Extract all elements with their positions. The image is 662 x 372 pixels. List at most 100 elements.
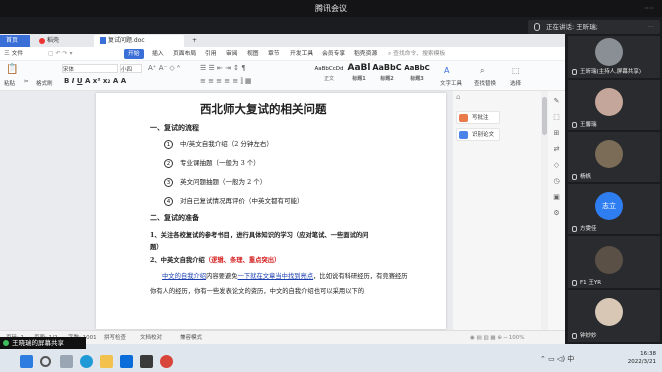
list-buttons[interactable]: ☰ ☰ ⇤ ⇥ ↕ ¶ [200, 64, 246, 72]
window-controls[interactable]: ···· [644, 0, 654, 17]
task-view-icon[interactable] [60, 355, 73, 368]
mic-icon [572, 225, 577, 232]
menu-devtools[interactable]: 开发工具 [290, 47, 313, 61]
menu-member[interactable]: 会员专享 [322, 47, 345, 61]
more-icon[interactable]: ··· [648, 20, 654, 34]
search-command[interactable]: ⌕ 查找命令、搜索模板 [388, 47, 445, 61]
box-icon[interactable]: ▣ [552, 193, 561, 202]
align-buttons[interactable]: ≡ ≡ ≡ ≡ ≡ ⫿ ▦ [200, 77, 252, 86]
vertical-scrollbar[interactable] [541, 91, 548, 330]
tab-docer-label: 稻壳 [47, 37, 60, 44]
participant-tile[interactable]: 王馨瑞 [568, 80, 660, 130]
style-heading3[interactable]: AaBbC 标题3 [402, 63, 432, 87]
cut-icon[interactable]: ✂ [24, 79, 29, 85]
sharing-indicator-icon [3, 340, 9, 346]
tray-icons[interactable]: ⌃ ▭ ◁) 中 [540, 354, 574, 364]
paste-label[interactable]: 粘贴 [4, 79, 15, 87]
mic-icon [572, 332, 577, 339]
pen-icon[interactable]: ✎ [552, 97, 561, 106]
start-icon[interactable] [20, 355, 33, 368]
text-tools-icon[interactable]: A [444, 66, 449, 75]
screen-share-banner[interactable]: 王晓瑞的屏幕共享 [0, 337, 86, 349]
mic-icon [572, 173, 577, 180]
avatar-initial: 志立 [595, 192, 623, 220]
edge-icon[interactable] [80, 355, 93, 368]
menu-file[interactable]: 三 文件 [4, 47, 23, 61]
menu-review[interactable]: 审阅 [226, 47, 238, 61]
menu-bar: 三 文件 ▢ ↶ ↷ ▾ 开始 插入 页面布局 引用 审阅 视图 章节 开发工具… [0, 47, 565, 61]
style-heading2[interactable]: AaBbC 标题2 [372, 63, 402, 87]
paragraph-1: 1、关注各校复试的参考书目，进行具体知识的学习（应对笔试、一些面试的问 [150, 232, 369, 239]
status-spell[interactable]: 拼写检查 [104, 331, 126, 344]
text-tools-button[interactable]: 文字工具 [440, 79, 462, 87]
participant-tile[interactable]: 志立 方雯佳 [568, 184, 660, 234]
meeting-app-icon[interactable] [120, 355, 133, 368]
wps-window: 首页 稻壳 复试问题.doc + 三 文件 ▢ ↶ ↷ ▾ 开始 插入 页面布局… [0, 34, 565, 344]
font-select[interactable]: 宋体 [62, 64, 118, 73]
participant-tile[interactable]: F1 王YR [568, 236, 660, 288]
participant-name: 杨帆 [572, 172, 591, 180]
participant-name: 钟妙妙 [572, 331, 597, 339]
paragraph-2: 2、中英文自我介绍（逻辑、条理、重点突出） [150, 255, 280, 264]
comment-button[interactable]: 写批注 [456, 111, 500, 124]
tab-home[interactable]: 首页 [0, 35, 30, 47]
wps-tab-strip: 首页 稻壳 复试问题.doc + [0, 34, 565, 47]
search-icon[interactable] [40, 356, 51, 367]
tab-docer[interactable]: 稻壳 [33, 35, 93, 47]
font-grow-icons[interactable]: A⁺ A⁻ ◇ ᴬ [148, 64, 180, 72]
select-tool-icon[interactable]: ⬚ [552, 113, 561, 122]
paragraph-4: 你有人的经历，你有一些发表论文的资历，中文的自我介绍也可以采用以下的 [150, 288, 365, 295]
participant-tile[interactable]: 王昕瑞(主持人,屏幕共享) [568, 36, 660, 78]
wps-icon[interactable] [160, 355, 173, 368]
find-replace-button[interactable]: 查找替换 [474, 79, 496, 87]
gear-icon[interactable]: ⚙ [552, 209, 561, 218]
menu-docer[interactable]: 稻壳资源 [354, 47, 377, 61]
clock[interactable]: 16:38 2022/3/21 [596, 350, 656, 366]
menu-view[interactable]: 视图 [247, 47, 259, 61]
format-buttons[interactable]: B I U A x² x₂ A A [64, 77, 126, 85]
paragraph-2-highlight: （逻辑、条理、重点突出） [204, 257, 281, 264]
clock-icon[interactable]: ◷ [552, 177, 561, 186]
participant-name-text: 杨帆 [580, 174, 592, 180]
paragraph-3-rest: ，比如说有科研经历，有竞赛经历 [313, 273, 408, 280]
style-label: 标题1 [352, 76, 366, 82]
select-button[interactable]: 选择 [510, 79, 521, 87]
paper-check-button[interactable]: 识别论文 [456, 128, 500, 141]
mic-icon [534, 23, 540, 31]
format-painter-button[interactable]: 格式刷 [36, 79, 53, 87]
paste-icon[interactable]: 📋 [6, 64, 18, 75]
menu-references[interactable]: 引用 [205, 47, 217, 61]
document-page[interactable]: 西北师大复试的相关问题 一、复试的流程 1 中/英文自我介绍（2 分钟左右） 2专… [96, 93, 446, 329]
participant-tile[interactable]: 杨帆 [568, 132, 660, 182]
quick-access-icons[interactable]: ▢ ↶ ↷ ▾ [48, 47, 72, 61]
find-icon[interactable]: ⌕ [480, 66, 484, 76]
shape-icon[interactable]: ◇ [552, 161, 561, 170]
avatar [595, 246, 623, 274]
menu-layout[interactable]: 页面布局 [173, 47, 196, 61]
translate-icon[interactable]: ⇄ [552, 145, 561, 154]
style-normal[interactable]: AaBbCcDd 正文 [314, 63, 344, 87]
comment-icon [459, 114, 468, 122]
menu-chapter[interactable]: 章节 [268, 47, 280, 61]
participant-name-text: 钟妙妙 [580, 333, 597, 339]
style-heading1[interactable]: AaBl 标题1 [344, 63, 374, 87]
scroll-thumb[interactable] [542, 97, 547, 135]
tab-document[interactable]: 复试问题.doc [94, 35, 184, 47]
adjust-icon[interactable]: ⊞ [552, 129, 561, 138]
menu-insert[interactable]: 插入 [152, 47, 164, 61]
participant-tile[interactable]: 钟妙妙 [568, 290, 660, 342]
mic-icon [572, 279, 577, 286]
new-tab-button[interactable]: + [186, 35, 198, 47]
media-icon[interactable] [140, 355, 153, 368]
menu-start[interactable]: 开始 [124, 49, 144, 59]
speaker-label: 正在讲话: 王昕瑞; [546, 23, 598, 31]
status-doc-check[interactable]: 文档校对 [140, 331, 162, 344]
font-size-select[interactable]: 小四 [120, 64, 142, 73]
collapse-icon[interactable]: ⌂ [456, 93, 466, 103]
status-compat: 兼容模式 [180, 335, 203, 341]
file-explorer-icon[interactable] [100, 355, 113, 368]
select-icon[interactable]: ⬚ [512, 66, 520, 75]
paragraph-3-mid: 内容要避免 [206, 273, 238, 280]
view-mode-icons[interactable]: ◉ ▤ ▥ ▦ ⊕ ─ 100% [470, 331, 525, 344]
list-item: 2 专业课抽题（一般为 3 个） [164, 157, 260, 168]
